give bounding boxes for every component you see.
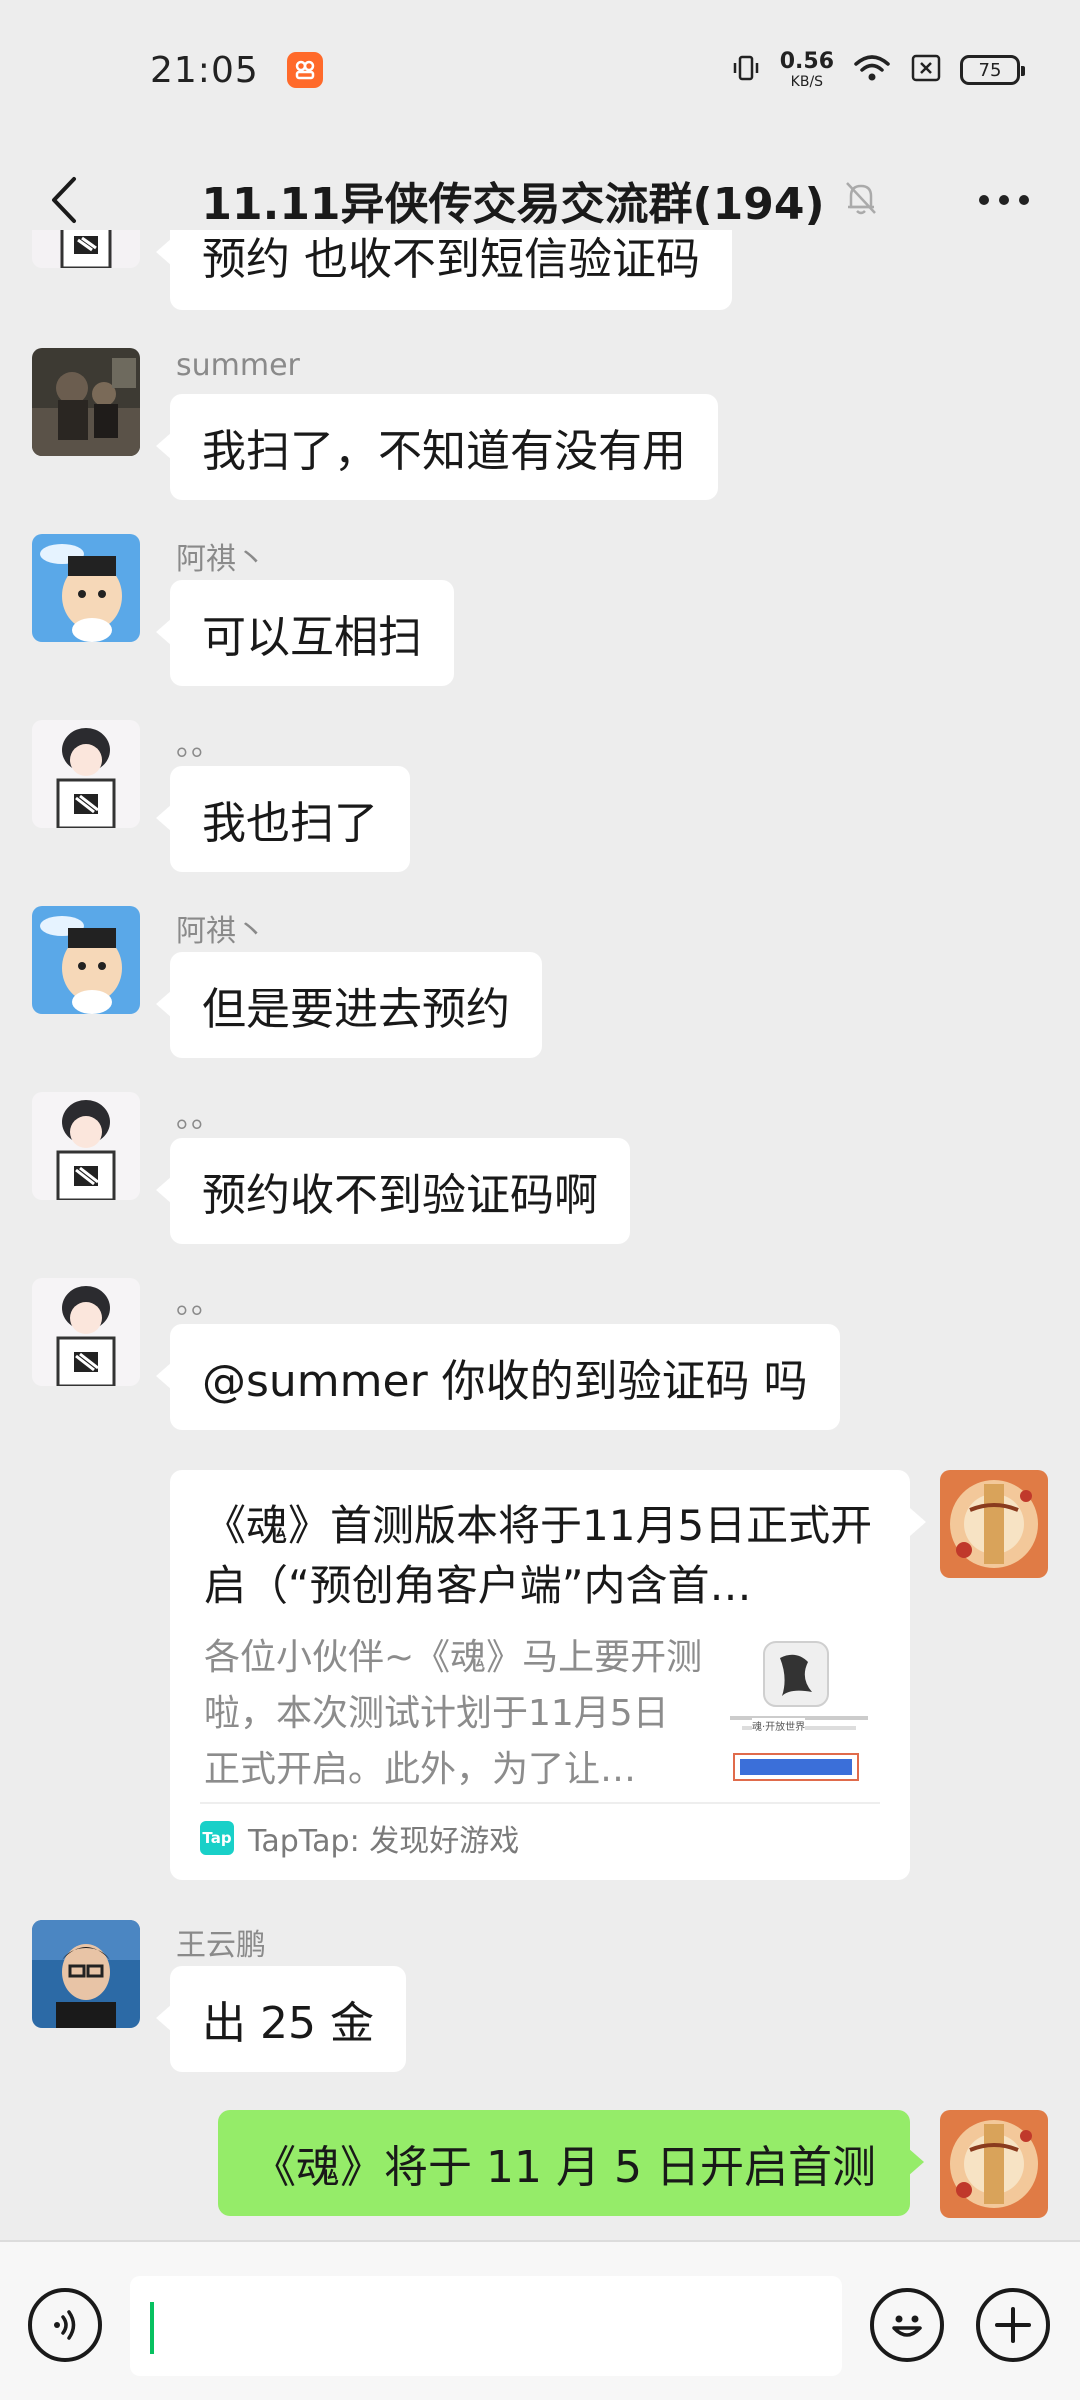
message-list[interactable]: 预约 也收不到短信验证码 summer 我扫了，不知道有没有用 阿祺丶 可以互相… [0,230,1080,2240]
battery-icon: 75 [960,55,1025,85]
status-bar: 21:05 0.56 KB/S 75 [0,0,1080,140]
self-message-bubble[interactable]: 《魂》将于 11 月 5 日开启首测 [218,2110,924,2216]
avatar[interactable] [32,348,140,456]
network-speed: 0.56 KB/S [779,49,834,90]
card-description: 各位小伙伴~《魂》马上要开测啦，本次测试计划于11月5日正式开启。此外，为了让… [204,1637,703,1790]
sender-name: 阿祺丶 [176,914,266,949]
avatar[interactable] [32,534,140,642]
plus-icon [995,2307,1031,2343]
avatar[interactable] [32,906,140,1014]
title-group: 11.11异侠传交易交流群(194) [201,168,878,232]
group-title: 11.11异侠传交易交流群(194) [201,179,825,230]
text-caret [150,2302,154,2354]
plus-button[interactable] [976,2288,1050,2362]
message-bubble[interactable]: 出 25 金 [156,1966,406,2072]
vibrate-icon [730,52,762,88]
more-dot [979,195,989,205]
sender-name: 阿祺丶 [176,542,266,577]
self-avatar[interactable] [940,2110,1048,2218]
message-bubble[interactable]: 可以互相扫 [156,580,454,686]
link-card[interactable]: 《魂》首测版本将于11月5日正式开启（“预创角客户端”内含首… 各位小伙伴~《魂… [170,1470,926,1880]
emoji-button[interactable] [870,2288,944,2362]
card-title: 《魂》首测版本将于11月5日正式开启（“预创角客户端”内含首… [204,1501,873,1610]
avatar[interactable] [32,1278,140,1386]
mute-bell-icon [843,179,879,221]
more-button[interactable] [964,170,1044,230]
taptap-logo-icon: Tap [200,1821,234,1855]
net-speed-value: 0.56 [779,49,834,74]
sender-name: 。。 [176,728,221,763]
sender-name: summer [176,348,300,383]
voice-icon [54,2310,76,2340]
wifi-icon [852,52,892,88]
message-bubble[interactable]: 我扫了，不知道有没有用 [156,394,718,500]
emoji-icon [892,2315,922,2337]
no-sim-icon [910,53,942,87]
chevron-left-icon [52,177,76,223]
notification-app-icon [286,52,323,88]
sender-name: 。。 [176,1286,221,1321]
sender-name: 。。 [176,1100,221,1135]
more-dot [1019,195,1029,205]
more-dot [999,195,1009,205]
sender-name: 王云鹏 [176,1928,266,1963]
card-body: 各位小伙伴~《魂》马上要开测啦，本次测试计划于11月5日正式开启。此外，为了让…… [204,1630,876,1798]
message-input[interactable] [130,2276,842,2376]
card-thumbnail: 魂·开放世界 [724,1638,874,1788]
thumb-caption: 魂·开放世界 [752,1718,806,1733]
back-button[interactable] [34,170,94,230]
message-bubble[interactable]: 预约收不到验证码啊 [156,1138,630,1244]
voice-button[interactable] [28,2288,102,2362]
message-bubble[interactable]: 但是要进去预约 [156,952,542,1058]
input-bar [0,2240,1080,2400]
avatar[interactable] [32,1092,140,1200]
message-bubble[interactable]: 我也扫了 [156,766,410,872]
card-footer: Tap TapTap: 发现好游戏 [200,1802,880,1872]
self-avatar[interactable] [940,1470,1048,1578]
status-time: 21:05 [150,49,259,91]
avatar[interactable] [32,230,140,268]
avatar[interactable] [32,1920,140,2028]
status-icons: 0.56 KB/S 75 [730,49,1025,90]
message-bubble[interactable]: @summer 你收的到验证码 吗 [156,1324,840,1430]
card-source: TapTap: 发现好游戏 [248,1824,520,1859]
net-speed-unit: KB/S [790,74,824,90]
avatar[interactable] [32,720,140,828]
message-bubble[interactable]: 预约 也收不到短信验证码 [156,230,732,310]
